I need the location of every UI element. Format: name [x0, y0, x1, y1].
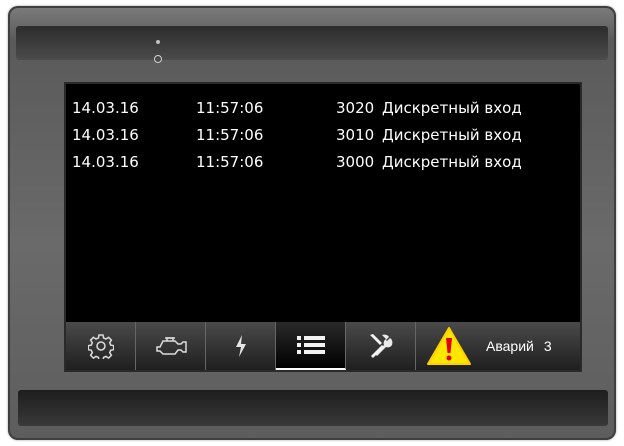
- status-led: [156, 40, 160, 44]
- alarm-indicator[interactable]: Аварий 3: [416, 322, 580, 370]
- event-log-row[interactable]: 14.03.16 11:57:06 3010 Дискретный вход: [66, 121, 580, 148]
- tools-icon: [369, 334, 392, 358]
- event-description: Дискретный вход: [382, 98, 522, 117]
- warning-icon: [427, 327, 471, 365]
- event-code: 3000: [336, 152, 375, 171]
- gear-icon: [87, 334, 114, 359]
- service-button[interactable]: [346, 322, 416, 370]
- alarm-label: Аварий: [486, 338, 534, 354]
- display-screen: 14.03.16 11:57:06 3020 Дискретный вход 1…: [64, 82, 582, 372]
- event-description: Дискретный вход: [382, 152, 522, 171]
- device-top-bezel: [16, 26, 608, 60]
- engine-button[interactable]: [136, 322, 206, 370]
- event-time: 11:57:06: [196, 125, 264, 144]
- settings-button[interactable]: [66, 322, 136, 370]
- list-icon: [296, 336, 325, 354]
- event-code: 3020: [336, 98, 375, 117]
- light-sensor: [154, 55, 162, 63]
- event-log-row[interactable]: 14.03.16 11:57:06 3000 Дискретный вход: [66, 148, 580, 175]
- event-time: 11:57:06: [196, 98, 264, 117]
- event-list-button[interactable]: [276, 322, 346, 370]
- engine-icon: [155, 337, 187, 355]
- bottom-navbar: Аварий 3: [66, 322, 580, 370]
- event-log: 14.03.16 11:57:06 3020 Дискретный вход 1…: [66, 94, 580, 175]
- event-date: 14.03.16: [72, 98, 139, 117]
- event-description: Дискретный вход: [382, 125, 522, 144]
- device-bottom-bezel: [18, 390, 608, 426]
- alarm-count: 3: [543, 338, 552, 354]
- event-date: 14.03.16: [72, 152, 139, 171]
- event-code: 3010: [336, 125, 375, 144]
- event-date: 14.03.16: [72, 125, 139, 144]
- lightning-icon: [235, 335, 246, 357]
- event-log-row[interactable]: 14.03.16 11:57:06 3020 Дискретный вход: [66, 94, 580, 121]
- event-time: 11:57:06: [196, 152, 264, 171]
- power-button[interactable]: [206, 322, 276, 370]
